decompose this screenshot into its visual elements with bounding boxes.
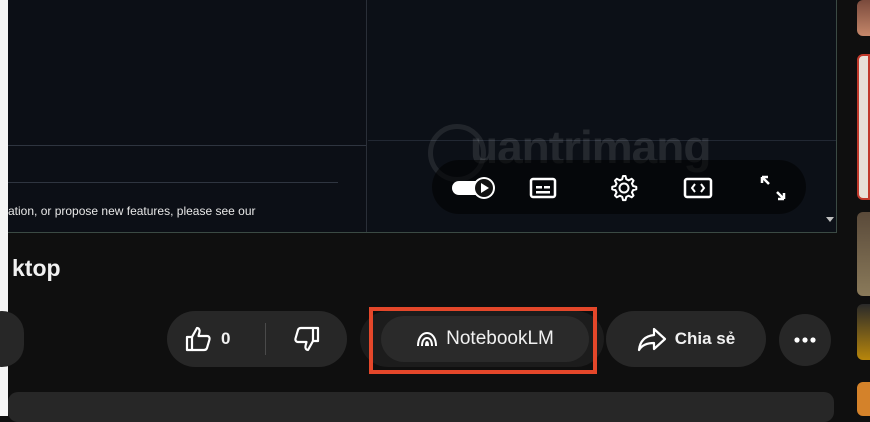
settings-button[interactable]: [605, 172, 641, 204]
description-box[interactable]: [8, 392, 834, 422]
like-button[interactable]: 0: [167, 311, 263, 367]
scroll-down-arrow-icon[interactable]: [826, 217, 834, 222]
subtitles-icon: [529, 177, 557, 199]
share-button[interactable]: Chia sẻ: [606, 311, 766, 367]
miniplayer-button[interactable]: [680, 172, 716, 204]
share-arrow-icon: [637, 327, 666, 352]
subtitles-button[interactable]: [525, 172, 561, 204]
dislike-button[interactable]: [267, 311, 347, 367]
like-divider: [265, 323, 266, 355]
like-dislike-group: 0: [167, 311, 347, 367]
more-dots-icon: [794, 337, 816, 343]
sidebar-thumbnail[interactable]: [857, 304, 870, 360]
fullscreen-icon: [760, 175, 786, 201]
video-title: ktop: [12, 255, 61, 281]
highlight-box: [369, 307, 597, 374]
sidebar-thumbnail[interactable]: [857, 54, 870, 200]
autoplay-toggle[interactable]: [448, 172, 500, 204]
miniplayer-icon: [683, 177, 713, 199]
settings-gear-icon: [611, 175, 638, 202]
thumbs-down-icon: [294, 326, 320, 352]
thumbs-up-icon: [185, 326, 211, 352]
video-frame-document: ation, or propose new features, please s…: [8, 0, 368, 232]
sidebar-thumbnail[interactable]: [857, 212, 870, 296]
sidebar-thumbnail[interactable]: [857, 382, 870, 416]
like-count: 0: [221, 329, 231, 348]
video-frame-text: ation, or propose new features, please s…: [8, 204, 256, 218]
share-label: Chia sẻ: [674, 329, 736, 348]
channel-pill-button[interactable]: [0, 311, 24, 367]
fullscreen-button[interactable]: [755, 172, 791, 204]
autoplay-toggle-icon: [452, 177, 495, 199]
more-actions-button[interactable]: [779, 314, 831, 366]
sidebar-thumbnail[interactable]: [857, 0, 870, 36]
